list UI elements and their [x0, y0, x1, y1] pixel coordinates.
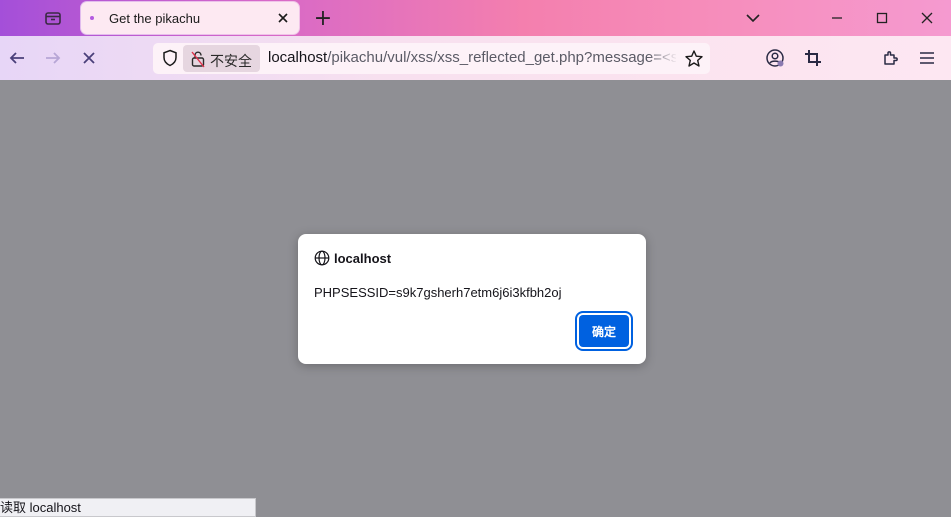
- url-host: localhost: [268, 49, 328, 66]
- url-fade: [648, 47, 678, 69]
- bookmark-star-icon[interactable]: [684, 49, 704, 69]
- globe-icon: [314, 250, 330, 266]
- screenshot-crop-icon[interactable]: [802, 47, 824, 69]
- arrow-right-icon: [46, 52, 61, 64]
- tab-active[interactable]: Get the pikachu: [81, 2, 299, 34]
- insecure-label: 不安全: [210, 53, 252, 69]
- address-bar[interactable]: 不安全 localhost/pikachu/vul/xss/xss_reflec…: [153, 43, 710, 74]
- extensions-icon[interactable]: [880, 47, 902, 69]
- status-bar: 读取 localhost: [0, 498, 256, 517]
- ok-button[interactable]: 确定: [579, 315, 629, 347]
- close-window-icon[interactable]: [916, 0, 938, 36]
- dialog-message: PHPSESSID=s9k7gsherh7etm6j6i3kfbh2oj: [314, 285, 562, 300]
- tab-overview-icon[interactable]: [40, 0, 66, 36]
- stop-loading-button[interactable]: [78, 47, 100, 69]
- title-bar: Get the pikachu +: [0, 0, 951, 36]
- plus-icon: +: [313, 5, 333, 31]
- menu-hamburger-icon[interactable]: [916, 47, 938, 69]
- connection-insecure-badge[interactable]: 不安全: [183, 45, 260, 72]
- navigation-toolbar: 不安全 localhost/pikachu/vul/xss/xss_reflec…: [0, 36, 951, 80]
- new-tab-button[interactable]: +: [312, 0, 334, 36]
- url-text[interactable]: localhost/pikachu/vul/xss/xss_reflected_…: [268, 49, 676, 69]
- tab-title: Get the pikachu: [109, 11, 201, 26]
- url-path: /pikachu/vul/xss/xss_reflected_get.php?m…: [327, 49, 676, 66]
- account-icon[interactable]: [764, 47, 786, 69]
- alert-dialog: localhost PHPSESSID=s9k7gsherh7etm6j6i3k…: [298, 234, 646, 364]
- tracking-protection-icon[interactable]: [161, 49, 179, 67]
- list-all-tabs-icon[interactable]: [742, 0, 764, 36]
- arrow-left-icon: [9, 52, 24, 64]
- loading-indicator-icon: [90, 16, 94, 20]
- stop-icon: [83, 52, 95, 64]
- maximize-icon[interactable]: [871, 0, 893, 36]
- forward-button[interactable]: [42, 47, 64, 69]
- minimize-icon[interactable]: [826, 0, 848, 36]
- back-button[interactable]: [6, 47, 28, 69]
- dialog-origin: localhost: [334, 251, 392, 266]
- broken-lock-icon: [190, 50, 206, 68]
- close-tab-icon[interactable]: [275, 10, 291, 26]
